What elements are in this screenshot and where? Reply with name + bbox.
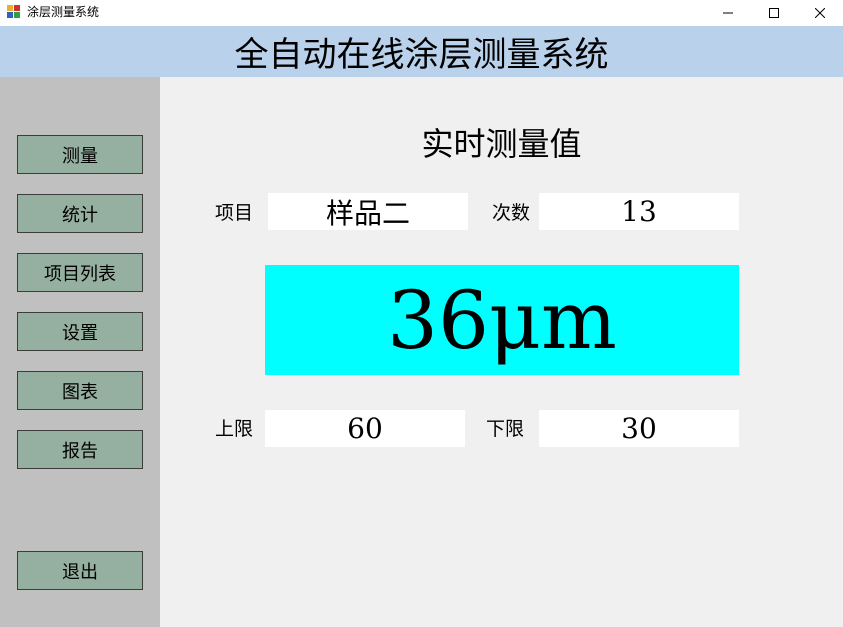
sidebar: 测量 统计 项目列表 设置 图表 报告 退出 — [0, 77, 160, 627]
project-list-button[interactable]: 项目列表 — [17, 253, 143, 292]
app-heading: 全自动在线涂层测量系统 — [234, 35, 609, 75]
header-banner: 全自动在线涂层测量系统 — [0, 26, 843, 77]
close-button[interactable] — [797, 0, 843, 26]
statistics-button[interactable]: 统计 — [17, 194, 143, 233]
maximize-icon — [769, 8, 779, 18]
minimize-icon — [723, 12, 733, 14]
maximize-button[interactable] — [751, 0, 797, 26]
lower-limit-label: 下限 — [486, 418, 525, 440]
measure-button[interactable]: 测量 — [17, 135, 143, 174]
close-icon — [815, 8, 825, 18]
upper-limit-label: 上限 — [215, 418, 254, 440]
item-value-field: 样品二 — [268, 193, 468, 230]
upper-limit-field: 60 — [265, 410, 465, 447]
exit-button[interactable]: 退出 — [17, 551, 143, 590]
report-button[interactable]: 报告 — [17, 430, 143, 469]
count-value-field: 13 — [539, 193, 739, 230]
main-panel: 实时测量值 项目 样品二 次数 13 36μm 上限 60 下限 30 — [160, 77, 843, 627]
title-bar: 涂层测量系统 — [0, 0, 843, 26]
settings-button[interactable]: 设置 — [17, 312, 143, 351]
lower-limit-field: 30 — [539, 410, 739, 447]
measurement-readout: 36μm — [265, 265, 739, 375]
chart-button[interactable]: 图表 — [17, 371, 143, 410]
realtime-heading: 实时测量值 — [421, 125, 582, 163]
app-icon — [7, 5, 21, 19]
count-label: 次数 — [492, 202, 531, 224]
item-label: 项目 — [215, 202, 254, 224]
window-title: 涂层测量系统 — [27, 5, 100, 19]
minimize-button[interactable] — [705, 0, 751, 26]
